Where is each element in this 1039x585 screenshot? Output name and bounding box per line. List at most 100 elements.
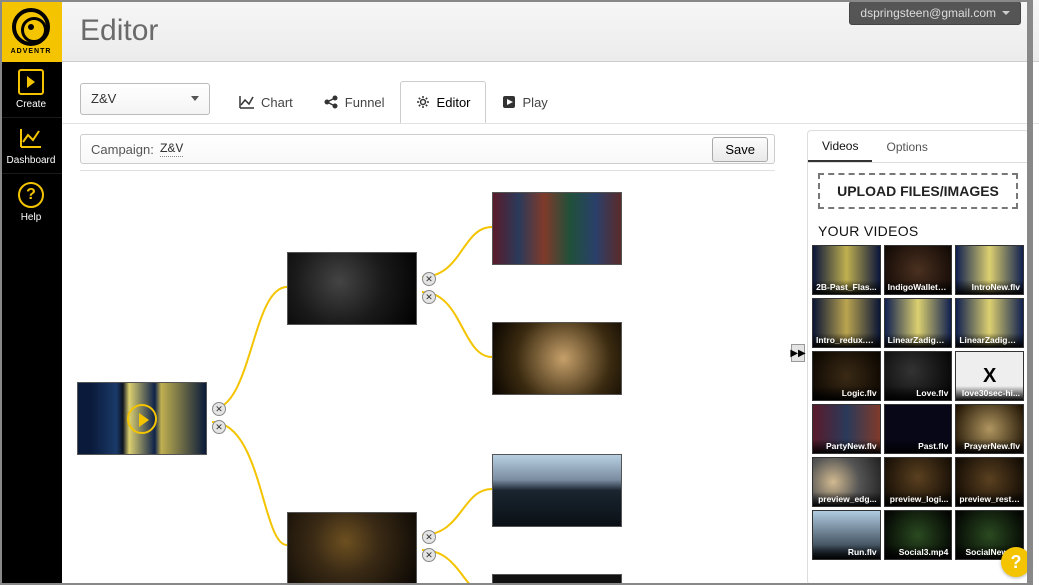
tab-editor[interactable]: Editor [400,81,486,123]
video-label: preview_resti... [956,492,1023,506]
node-cut[interactable] [492,574,622,585]
video-thumb[interactable]: Past.flv [884,404,953,454]
video-label: IndigoWalletM... [885,280,952,294]
output-port[interactable]: ✕ [422,548,436,562]
rail-label: Dashboard [7,155,56,166]
output-port[interactable]: ✕ [422,530,436,544]
node-thumbnail [288,513,416,584]
rail-dashboard[interactable]: Dashboard [0,118,62,174]
node-logic[interactable]: logic [287,512,417,585]
dashboard-icon [18,125,44,151]
output-port[interactable]: ✕ [422,290,436,304]
dropdown-value: Z&V [91,91,116,106]
video-thumb[interactable]: love30sec-hi... [955,351,1024,401]
video-thumb[interactable]: Social3.mp4 [884,510,953,560]
tab-play[interactable]: Play [486,81,563,123]
tab-chart[interactable]: Chart [224,81,308,123]
node-thumbnail [493,323,621,394]
node-party[interactable]: party [492,192,622,265]
node-intro[interactable]: Intro [77,382,207,455]
video-label: Run.flv [813,545,880,559]
rail-create[interactable]: Create [0,62,62,118]
tab-options[interactable]: Options [872,131,941,162]
video-thumb[interactable]: PrayerNew.flv [955,404,1024,454]
campaign-row: Campaign: Z&V Save [80,134,775,164]
campaign-label: Campaign: [91,142,154,157]
tab-label: Play [523,95,548,110]
project-dropdown[interactable]: Z&V [80,83,210,115]
upload-dropzone[interactable]: UPLOAD FILES/IMAGES [818,173,1018,209]
graph-canvas[interactable]: Intro ✕ ✕ love ✕ ✕ logic ✕ ✕ party praye… [62,172,782,585]
video-thumb[interactable]: IntroNew.flv [955,245,1024,295]
logo-mark-icon [12,8,50,46]
rail-label: Help [21,212,42,223]
panel-collapse-button[interactable]: ▶▶ [791,344,805,362]
video-thumb[interactable]: Logic.flv [812,351,881,401]
your-videos-heading: YOUR VIDEOS [808,219,1028,245]
toolbar: Z&V Chart Funnel Editor Play [62,62,1039,124]
create-icon [18,69,44,95]
video-thumb[interactable]: preview_logi... [884,457,953,507]
brand-logo[interactable]: ADVENTR [0,0,62,62]
tab-label: Editor [437,95,471,110]
node-thumbnail [493,455,621,526]
rail-help[interactable]: ? Help [0,174,62,230]
video-label: Love.flv [885,386,952,400]
node-thumbnail [493,193,621,264]
share-icon [323,94,339,110]
video-thumb[interactable]: preview_resti... [955,457,1024,507]
page-title: Editor [80,14,158,48]
video-thumb[interactable]: LinearZadigVi... [955,298,1024,348]
video-label: LinearZadigVi... [956,333,1023,347]
tool-tabs: Chart Funnel Editor Play [224,75,563,123]
topbar: Editor dspringsteen@gmail.com [62,0,1039,62]
video-thumb[interactable]: Run.flv [812,510,881,560]
output-port[interactable]: ✕ [212,420,226,434]
video-thumb[interactable]: Intro_redux.m... [812,298,881,348]
gear-icon [415,94,431,110]
node-thumbnail [493,575,621,584]
right-panel: Videos Options UPLOAD FILES/IMAGES YOUR … [807,130,1029,585]
video-thumb[interactable]: Love.flv [884,351,953,401]
output-port[interactable]: ✕ [212,402,226,416]
video-thumb[interactable]: LinearZadigVi... [884,298,953,348]
caret-down-icon [1002,11,1010,15]
video-label: PrayerNew.flv [956,439,1023,453]
connection-paths [62,172,782,585]
play-overlay-icon [127,404,157,434]
rail-label: Create [16,99,46,110]
video-label: preview_logi... [885,492,952,506]
help-icon: ? [18,182,44,208]
divider [80,170,775,171]
video-label: 2B-Past_Flas... [813,280,880,294]
video-label: preview_edg... [813,492,880,506]
tab-funnel[interactable]: Funnel [308,81,400,123]
play-icon [501,94,517,110]
video-label: love30sec-hi... [956,386,1023,400]
video-thumb[interactable]: preview_edg... [812,457,881,507]
video-label: Social3.mp4 [885,545,952,559]
node-solitude[interactable]: solitude [492,454,622,527]
video-label: IntroNew.flv [956,280,1023,294]
node-thumbnail [288,253,416,324]
video-label: Intro_redux.m... [813,333,880,347]
video-thumb[interactable]: 2B-Past_Flas... [812,245,881,295]
campaign-name-input[interactable]: Z&V [160,141,183,157]
video-thumb[interactable]: PartyNew.flv [812,404,881,454]
left-rail: ADVENTR Create Dashboard ? Help [0,0,62,585]
tab-videos[interactable]: Videos [808,131,872,162]
node-love[interactable]: love [287,252,417,325]
video-thumb[interactable]: IndigoWalletM... [884,245,953,295]
node-prayer[interactable]: prayer [492,322,622,395]
user-menu-button[interactable]: dspringsteen@gmail.com [849,1,1021,25]
output-port[interactable]: ✕ [422,272,436,286]
help-fab-button[interactable]: ? [1001,547,1031,577]
video-label: Past.flv [885,439,952,453]
video-label: LinearZadigVi... [885,333,952,347]
brand-text: ADVENTR [11,48,52,55]
chart-icon [239,94,255,110]
video-label: PartyNew.flv [813,439,880,453]
save-button[interactable]: Save [712,137,768,162]
caret-down-icon [191,96,199,101]
tab-label: Funnel [345,95,385,110]
